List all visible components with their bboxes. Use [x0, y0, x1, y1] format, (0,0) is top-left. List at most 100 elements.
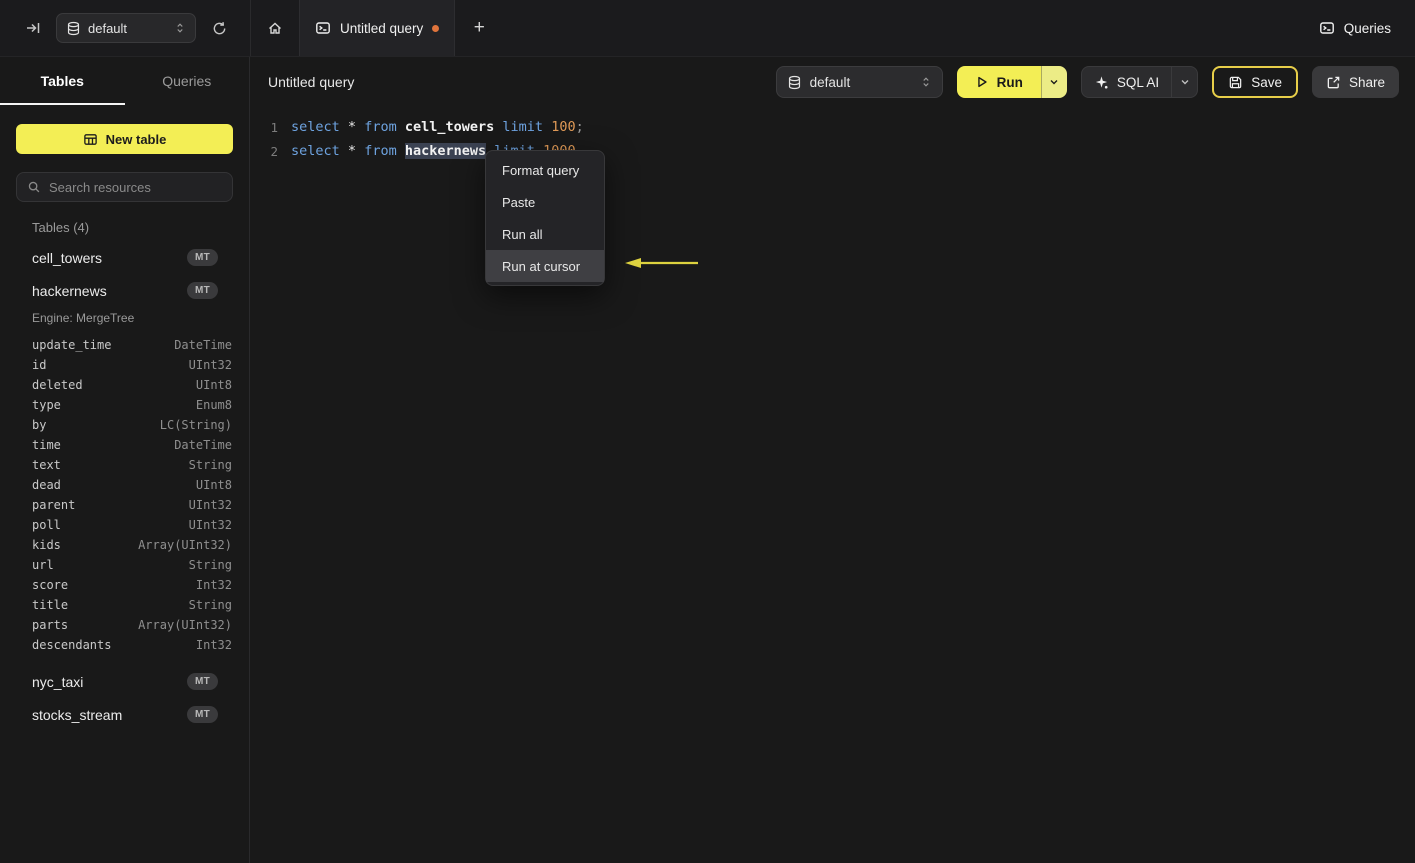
code-token: from [364, 119, 397, 135]
column-name: descendants [32, 638, 112, 652]
code-line[interactable]: 2select * from hackernews limit 1000 [250, 139, 1415, 163]
chevron-down-icon [1048, 76, 1060, 88]
database-selector-value: default [88, 20, 128, 36]
sql-ai-options-button[interactable] [1171, 67, 1197, 97]
search-box [16, 172, 233, 202]
topbar-left: default [0, 0, 250, 56]
column-name: parent [32, 498, 76, 512]
column-name: url [32, 558, 54, 572]
database-selector-toolbar[interactable]: default [775, 66, 943, 98]
sql-editor[interactable]: 1 select * from cell_towers limit 100; 2 se… [250, 107, 1415, 163]
column-name: id [32, 358, 47, 372]
database-selector-top[interactable]: default [56, 13, 196, 43]
context-menu-item[interactable]: Run all [486, 218, 604, 250]
tab-untitled-query[interactable]: Untitled query [299, 0, 456, 56]
sidebar-expand-button[interactable] [22, 17, 44, 39]
updown-chevrons-icon [174, 21, 186, 35]
code-token: hackernews [404, 143, 487, 159]
sql-ai-split-button: SQL AI [1080, 66, 1199, 98]
database-icon [66, 21, 81, 36]
column-type: String [188, 458, 232, 472]
column-row: url String [32, 555, 232, 575]
refresh-button[interactable] [208, 17, 230, 39]
column-name: parts [32, 618, 69, 632]
context-menu-item[interactable]: Run at cursor [486, 250, 604, 282]
database-icon [787, 75, 802, 90]
column-type: Enum8 [195, 398, 232, 412]
column-type: UInt32 [188, 358, 232, 372]
sparkle-icon [1094, 75, 1109, 90]
queries-button-label: Queries [1343, 20, 1391, 36]
updown-chevrons-icon [920, 75, 932, 89]
share-button-label: Share [1348, 74, 1385, 90]
console-icon [1319, 20, 1335, 36]
table-grid-icon [83, 132, 98, 147]
column-name: type [32, 398, 61, 412]
column-type: Int32 [195, 638, 232, 652]
sql-ai-button-label: SQL AI [1116, 74, 1160, 90]
column-type: Int32 [195, 578, 232, 592]
code-token: select [291, 143, 340, 159]
engine-badge: MT [186, 673, 218, 690]
column-type: Array(UInt32) [138, 538, 232, 552]
main-header: Untitled query default Run SQL AI Save S… [250, 57, 1415, 107]
table-row[interactable]: cell_towers MT [32, 241, 232, 274]
column-row: descendants Int32 [32, 635, 232, 655]
run-button[interactable]: Run [956, 66, 1041, 98]
column-row: type Enum8 [32, 395, 232, 415]
column-row: kids Array(UInt32) [32, 535, 232, 555]
code-line[interactable]: 1 select * from cell_towers limit 100; [250, 115, 1415, 139]
share-button[interactable]: Share [1311, 66, 1399, 98]
column-row: score Int32 [32, 575, 232, 595]
run-options-button[interactable] [1040, 66, 1067, 98]
column-type: Array(UInt32) [138, 618, 232, 632]
context-menu-item[interactable]: Paste [486, 186, 604, 218]
new-tab-button[interactable]: + [455, 0, 503, 56]
tables-section: Tables (4) cell_towers MT hackernews MT Engi… [0, 202, 249, 731]
sidebar-tab-tables[interactable]: Tables [0, 57, 125, 105]
topbar-right: Queries [1319, 0, 1415, 56]
unsaved-dot [432, 24, 440, 32]
arrow-to-bar-icon [25, 20, 41, 36]
column-type: String [188, 558, 232, 572]
home-button[interactable] [251, 0, 299, 56]
sidebar-tab-queries[interactable]: Queries [125, 57, 250, 105]
body: Tables Queries New table Search resource… [0, 57, 1415, 863]
table-engine: Engine: MergeTree [32, 311, 135, 325]
code-token: ; [575, 119, 584, 135]
table-name: hackernews [32, 282, 107, 299]
context-menu-item[interactable]: Format query [486, 154, 604, 186]
new-table-button[interactable]: New table [16, 124, 233, 154]
queries-button[interactable]: Queries [1319, 20, 1391, 36]
column-row: update_time DateTime [32, 335, 232, 355]
sql-ai-button[interactable]: SQL AI [1082, 67, 1171, 97]
table-row[interactable]: stocks_stream MT [32, 698, 232, 731]
tab-strip: Untitled query + [250, 0, 503, 56]
search-icon [27, 180, 41, 194]
code-token: from [364, 143, 397, 159]
share-external-icon [1326, 75, 1341, 90]
table-row[interactable]: hackernews MT [32, 274, 232, 307]
plus-icon: + [473, 17, 485, 38]
tab-label: Untitled query [340, 20, 424, 36]
search-input[interactable] [49, 179, 222, 195]
column-name: text [32, 458, 61, 472]
column-name: deleted [32, 378, 83, 392]
save-button[interactable]: Save [1212, 66, 1298, 98]
line-number: 2 [270, 143, 278, 159]
table-list: cell_towers MT hackernews MT Engine: MergeTr… [32, 241, 232, 731]
column-type: DateTime [174, 438, 232, 452]
table-row[interactable]: nyc_taxi MT [32, 665, 232, 698]
context-menu: Format query Paste Run all Run at cursor [485, 150, 605, 286]
run-split-button: Run [956, 66, 1067, 98]
code-lines: 1 select * from cell_towers limit 100; 2 se… [250, 115, 1415, 163]
table-name: nyc_taxi [32, 673, 84, 690]
table-name: cell_towers [32, 249, 103, 266]
code-token: select [291, 119, 340, 135]
console-icon [315, 20, 331, 36]
column-type: LC(String) [159, 418, 232, 432]
